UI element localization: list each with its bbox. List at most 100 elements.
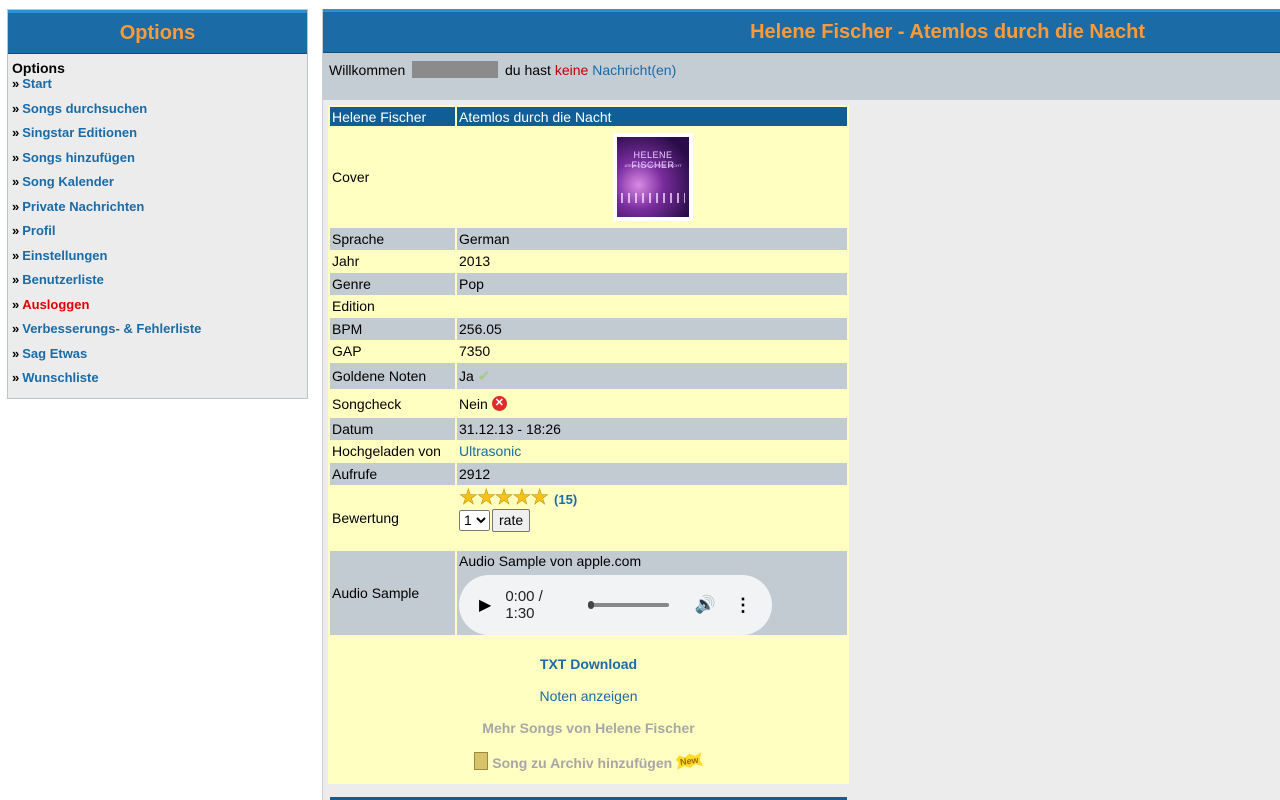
sidebar-item-songs-hinzufuegen[interactable]: » Songs hinzufügen [8, 146, 307, 171]
cover-image: HELENE FISCHER ATEMLOS DURCH DIE NACHT [617, 137, 689, 217]
table-header-row: Helene Fischer Atemlos durch die Nacht [330, 107, 847, 126]
sidebar-item-label: Song Kalender [22, 174, 114, 189]
sidebar-item-label: Start [22, 76, 52, 91]
row-value [457, 296, 847, 318]
table-row: GAP 7350 [330, 341, 847, 363]
main-content: Helene Fischer - Atemlos durch die Nacht… [322, 9, 1280, 800]
volume-icon[interactable]: 🔊 [695, 595, 716, 615]
rating-select[interactable]: 1 [459, 509, 490, 531]
rate-button[interactable]: rate [492, 508, 531, 532]
sidebar-item-ausloggen[interactable]: » Ausloggen [8, 293, 307, 318]
row-value: 2013 [459, 253, 491, 270]
uploader-link[interactable]: Ultrasonic [459, 443, 521, 459]
checkmark-icon: ✔ [477, 368, 491, 385]
page-title: Helene Fischer - Atemlos durch die Nacht [750, 20, 1145, 43]
username-redacted [412, 61, 499, 78]
table-row: Jahr 2013 [330, 251, 847, 273]
welcome-bar: Willkommen du hast keine Nachricht(en) [323, 53, 1280, 100]
row-label: Hochgeladen von [332, 443, 441, 460]
audio-progress-slider[interactable] [587, 600, 669, 609]
row-label: GAP [332, 343, 362, 360]
cover-row: Cover HELENE FISCHER ATEMLOS DURCH DIE N… [330, 127, 847, 227]
play-icon[interactable]: ▶ [479, 595, 491, 615]
row-label: Cover [332, 169, 370, 185]
title-cell: Atemlos durch die Nacht [457, 107, 847, 126]
table-row: Goldene Noten Ja ✔ [330, 363, 847, 389]
bullet-icon: » [12, 100, 20, 116]
row-label: Jahr [332, 253, 360, 270]
noten-anzeigen-link[interactable]: Noten anzeigen [539, 688, 637, 704]
audio-source: Audio Sample von apple.com [459, 552, 642, 569]
welcome-middle: du hast [505, 62, 551, 78]
sidebar-item-label: Profil [22, 223, 56, 238]
table-row: Hochgeladen von Ultrasonic [330, 441, 847, 463]
table-row: Sprache German [330, 228, 847, 250]
song-actions: TXT Download Noten anzeigen Mehr Songs v… [330, 636, 847, 784]
sidebar-item-profil[interactable]: » Profil [8, 219, 307, 244]
bullet-icon: » [12, 321, 20, 336]
table-row: Genre Pop [330, 273, 847, 295]
sidebar: Options Options » Start » Songs durchsuche… [7, 9, 308, 399]
bullet-icon: » [12, 370, 20, 385]
bullet-icon: » [12, 272, 20, 287]
sidebar-header: Options [8, 10, 307, 54]
sidebar-item-private-nachrichten[interactable]: » Private Nachrichten [8, 195, 307, 220]
bullet-icon: » [12, 149, 20, 165]
row-label: Bewertung [332, 509, 399, 526]
bullet-icon: » [12, 223, 20, 238]
txt-download-link[interactable]: TXT Download [540, 656, 637, 672]
more-options-icon[interactable]: ⋮ [734, 596, 752, 614]
rating-stars-icon[interactable]: ★★★★★ [459, 486, 550, 509]
row-value: 2912 [457, 463, 847, 485]
sidebar-item-wunschliste[interactable]: » Wunschliste [8, 366, 307, 391]
sidebar-item-sag-etwas[interactable]: » Sag Etwas [8, 342, 307, 367]
row-label: BPM [330, 318, 455, 340]
archive-icon [474, 751, 489, 770]
table-row: Datum 31.12.13 - 18:26 [330, 418, 847, 440]
sidebar-item-benutzerliste[interactable]: » Benutzerliste [8, 268, 307, 293]
audio-row: Audio Sample Audio Sample von apple.com … [330, 550, 847, 635]
more-songs-link[interactable]: Mehr Songs von Helene Fischer [482, 720, 694, 736]
audio-player: ▶ 0:00 / 1:30 🔊 ⋮ [459, 574, 772, 635]
sidebar-item-label: Singstar Editionen [22, 125, 138, 140]
new-badge-icon: New [675, 752, 703, 770]
sidebar-item-label: Ausloggen [22, 296, 90, 312]
artist-cell: Helene Fischer [330, 107, 455, 126]
bullet-icon: » [12, 125, 20, 140]
message-count: keine [554, 62, 589, 78]
row-value: 31.12.13 - 18:26 [457, 418, 847, 440]
sidebar-item-label: Benutzerliste [22, 272, 104, 287]
sidebar-item-label: Verbesserungs- & Fehlerliste [22, 321, 202, 336]
row-label: Genre [330, 273, 455, 295]
row-value: 7350 [459, 343, 491, 360]
cover-lights [621, 193, 685, 203]
table-row: Songcheck Nein ✕ [330, 390, 847, 417]
rating-count: (15) [554, 491, 578, 507]
messages-link[interactable]: Nachricht(en) [592, 62, 676, 78]
sidebar-item-singstar-editionen[interactable]: » Singstar Editionen [8, 121, 307, 146]
page-header: Helene Fischer - Atemlos durch die Nacht [323, 9, 1280, 53]
welcome-prefix: Willkommen [329, 62, 406, 78]
bullet-icon: » [12, 345, 20, 361]
audio-time: 0:00 / 1:30 [505, 587, 543, 622]
row-value: 256.05 [457, 318, 847, 340]
row-label: Songcheck [332, 395, 402, 412]
row-label: Datum [330, 418, 455, 440]
sidebar-item-einstellungen[interactable]: » Einstellungen [8, 244, 307, 269]
row-label: Edition [332, 298, 375, 315]
bullet-icon: » [12, 198, 20, 214]
add-to-archive-link[interactable]: Song zu Archiv hinzufügen [492, 755, 672, 771]
rating-row: Bewertung ★★★★★ (15) 1 rate [330, 486, 847, 550]
sidebar-item-label: Einstellungen [22, 247, 108, 263]
sidebar-item-label: Private Nachrichten [22, 198, 145, 214]
row-value: Ja [459, 368, 474, 384]
bullet-icon: » [12, 247, 20, 263]
bullet-icon: » [12, 76, 20, 91]
bullet-icon: » [12, 296, 20, 312]
sidebar-item-fehlerliste[interactable]: » Verbesserungs- & Fehlerliste [8, 317, 307, 342]
song-details-table: Helene Fischer Atemlos durch die Nacht C… [328, 105, 849, 784]
sidebar-header-title: Options [119, 21, 196, 44]
sidebar-item-song-kalender[interactable]: » Song Kalender [8, 170, 307, 195]
bullet-icon: » [12, 174, 20, 189]
sidebar-item-songs-durchsuchen[interactable]: » Songs durchsuchen [8, 97, 307, 122]
